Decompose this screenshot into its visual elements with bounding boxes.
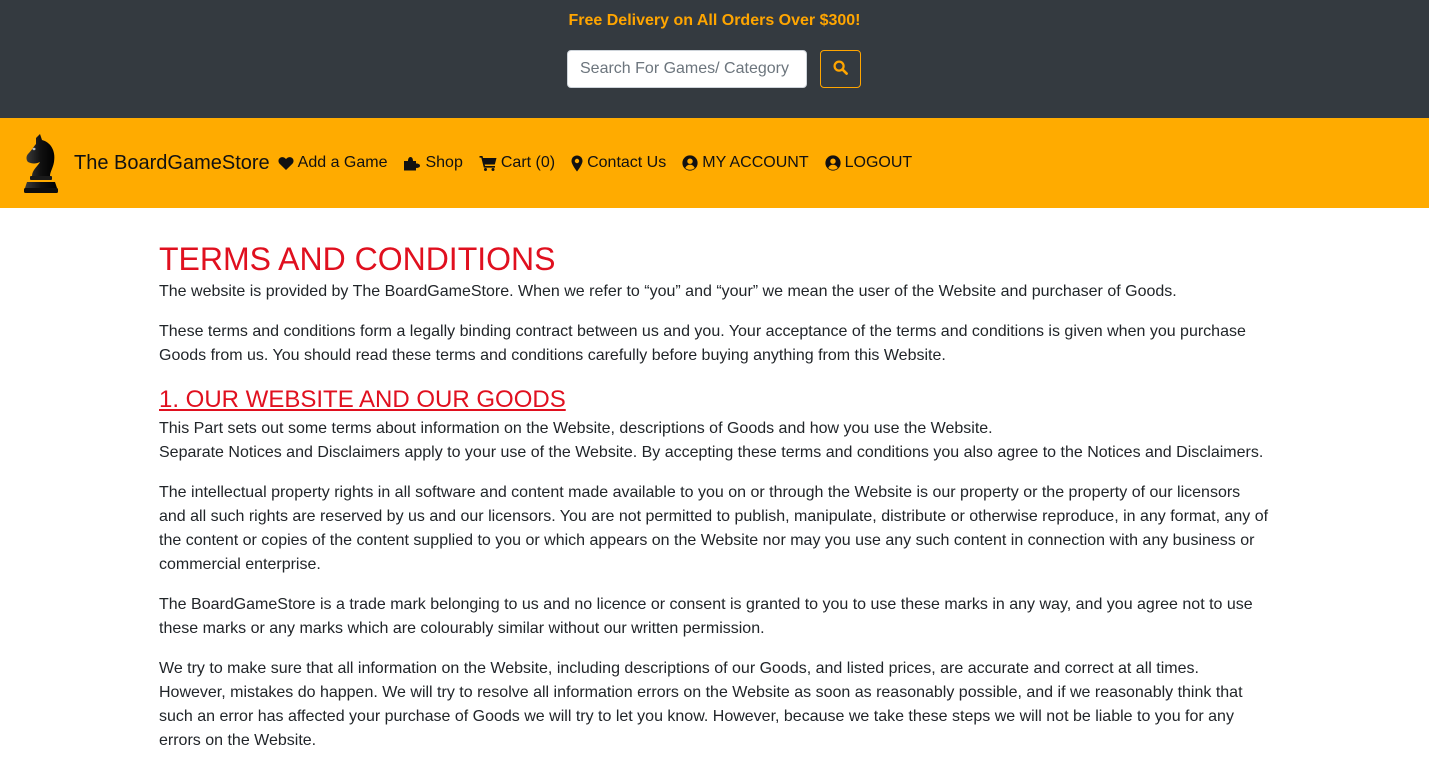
- section-paragraph: The BoardGameStore is a trade mark belon…: [159, 596, 1253, 637]
- user-circle-icon: [682, 155, 702, 171]
- cart-icon: [479, 155, 501, 171]
- section-paragraph: Separate Notices and Disclaimers apply t…: [159, 444, 1264, 461]
- top-bar: Free Delivery on All Orders Over $300!: [0, 0, 1429, 118]
- section-title: 1. OUR WEBSITE AND OUR GOODS: [159, 386, 566, 413]
- nav-logout[interactable]: LOGOUT: [825, 154, 913, 172]
- search-input[interactable]: [567, 50, 807, 88]
- nav-cart[interactable]: Cart (0): [479, 154, 555, 172]
- search-icon: [833, 60, 848, 78]
- intro-paragraph: The website is provided by The BoardGame…: [159, 283, 1177, 300]
- nav-my-account-label: MY ACCOUNT: [702, 154, 809, 171]
- nav-add-a-game-label: Add a Game: [297, 154, 388, 171]
- heart-icon: [278, 156, 298, 171]
- section-paragraph: This Part sets out some terms about info…: [159, 420, 993, 437]
- nav-my-account[interactable]: MY ACCOUNT: [682, 154, 809, 172]
- nav-shop-label: Shop: [425, 154, 463, 171]
- nav-contact-us-label: Contact Us: [587, 154, 667, 171]
- page-title: TERMS AND CONDITIONS: [159, 241, 556, 277]
- section-paragraph: The intellectual property rights in all …: [159, 484, 1269, 573]
- chess-knight-logo: [20, 132, 62, 194]
- map-marker-icon: [571, 155, 587, 172]
- nav-menu: Add a Game Shop Cart (0) Contact Us MY A…: [278, 154, 929, 172]
- section-paragraph: We try to make sure that all information…: [159, 660, 1243, 749]
- nav-shop[interactable]: Shop: [403, 154, 463, 172]
- search-button[interactable]: [820, 50, 861, 88]
- intro-paragraph: These terms and conditions form a legall…: [159, 323, 1246, 364]
- puzzle-icon: [403, 155, 425, 171]
- terms-content: TERMS AND CONDITIONS The website is prov…: [0, 208, 1429, 753]
- brand-name: The BoardGameStore: [74, 151, 270, 174]
- free-delivery-banner: Free Delivery on All Orders Over $300!: [568, 12, 861, 29]
- nav-logout-label: LOGOUT: [844, 154, 913, 171]
- main-navbar: The BoardGameStore Add a Game Shop Cart …: [0, 118, 1429, 208]
- user-circle-icon: [825, 155, 845, 171]
- nav-contact-us[interactable]: Contact Us: [571, 154, 666, 172]
- search-form: [567, 50, 861, 88]
- nav-cart-label: Cart (0): [500, 154, 556, 171]
- brand-link[interactable]: The BoardGameStore: [20, 132, 270, 194]
- nav-add-a-game[interactable]: Add a Game: [278, 154, 388, 172]
